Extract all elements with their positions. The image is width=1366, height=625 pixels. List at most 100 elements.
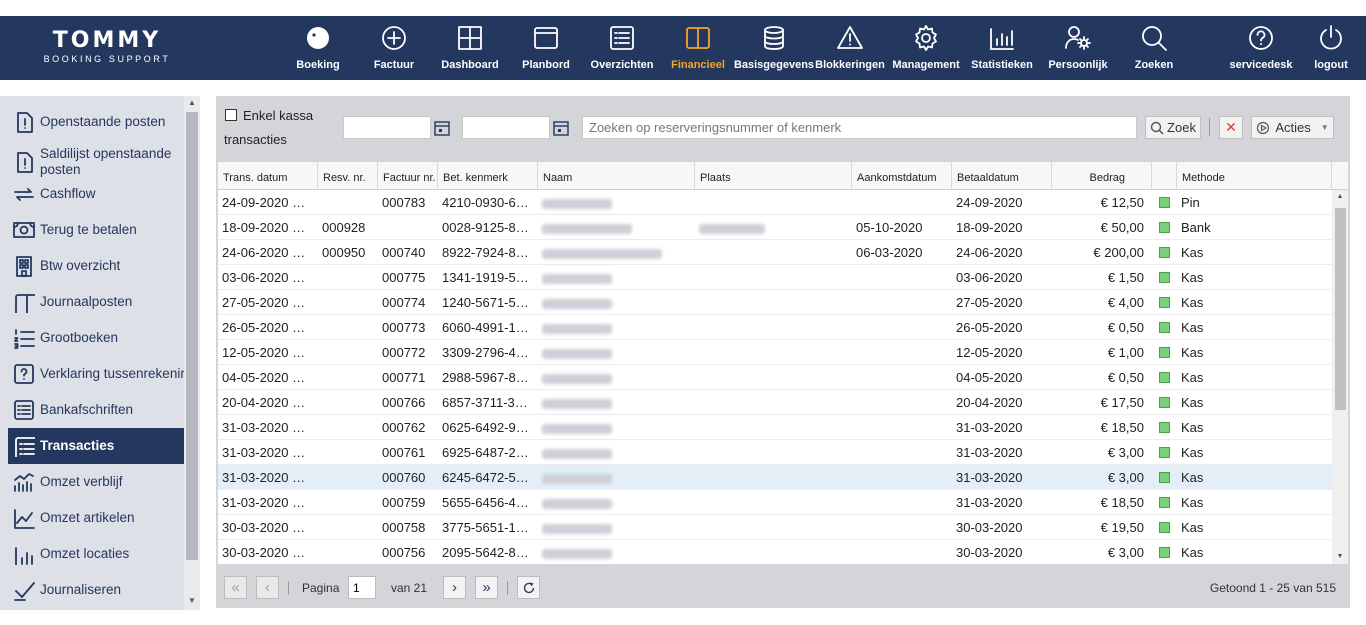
table-row[interactable]: 20-04-2020 … 000766 6857-3711-3… 20-04-2020… xyxy=(218,390,1332,415)
nav-logout[interactable]: logout xyxy=(1286,16,1366,80)
status-indicator-icon xyxy=(1159,272,1170,283)
naam-cell xyxy=(538,265,695,290)
column-header[interactable]: Betaaldatum xyxy=(952,162,1052,190)
database-icon xyxy=(764,26,784,50)
table-row[interactable]: 04-05-2020 … 000771 2988-5967-8… 04-05-2020… xyxy=(218,365,1332,390)
aankomst-cell xyxy=(852,440,952,465)
sidebar-item-verklaring-tussenrekening[interactable]: Verklaring tussenrekening xyxy=(8,356,184,392)
methode-cell: Kas xyxy=(1181,345,1204,360)
plaats-cell xyxy=(695,515,852,540)
sidebar-item-journaalposten[interactable]: Journaalposten xyxy=(8,284,184,320)
column-header[interactable]: Factuur nr. xyxy=(378,162,438,190)
table-scroll-thumb[interactable] xyxy=(1335,208,1346,410)
sidebar-item-journaliseren[interactable]: Journaliseren xyxy=(8,572,184,608)
acties-button[interactable]: Acties ▼ xyxy=(1251,116,1334,139)
last-page-button[interactable]: » xyxy=(475,576,498,599)
table-row[interactable]: 31-03-2020 … 000761 6925-6487-2… 31-03-2020… xyxy=(218,440,1332,465)
column-header[interactable]: Plaats xyxy=(695,162,852,190)
clear-button[interactable]: ✕ xyxy=(1219,116,1243,139)
table-row[interactable]: 31-03-2020 … 000759 5655-6456-4… 31-03-2020… xyxy=(218,490,1332,515)
refresh-button[interactable] xyxy=(517,576,540,599)
search-input[interactable] xyxy=(582,116,1137,139)
page-number-input[interactable] xyxy=(348,576,376,599)
table-row[interactable]: 27-05-2020 … 000774 1240-5671-5… 27-05-2020… xyxy=(218,290,1332,315)
sidebar-item-btw-overzicht[interactable]: Btw overzicht xyxy=(8,248,184,284)
sidebar-item-omzet-locaties[interactable]: Omzet locaties xyxy=(8,536,184,572)
column-header[interactable]: Methode xyxy=(1177,162,1332,190)
nav-label: Planbord xyxy=(522,59,570,71)
table-row[interactable]: 26-05-2020 … 000773 6060-4991-1… 26-05-2020… xyxy=(218,315,1332,340)
table-row[interactable]: 30-03-2020 … 000758 3775-5651-1… 30-03-2020… xyxy=(218,515,1332,540)
zoek-button[interactable]: Zoek xyxy=(1145,116,1201,139)
previous-page-button[interactable]: ‹ xyxy=(256,576,279,599)
sidebar-item-bankafschriften[interactable]: Bankafschriften xyxy=(8,392,184,428)
column-header[interactable] xyxy=(1152,162,1177,190)
plaats-cell xyxy=(695,290,852,315)
column-header[interactable]: Trans. datum xyxy=(218,162,318,190)
fact-cell: 000756 xyxy=(382,545,426,560)
betaal-cell: 12-05-2020 xyxy=(956,345,1023,360)
date-to-input[interactable] xyxy=(462,116,550,139)
trans-cell: 24-06-2020 … xyxy=(222,245,306,260)
column-header[interactable]: Aankomstdatum xyxy=(852,162,952,190)
date-from-input[interactable] xyxy=(343,116,431,139)
arrows-icon xyxy=(14,188,34,201)
sidebar-scrollbar[interactable]: ▲ ▼ xyxy=(184,96,200,610)
betaal-cell: 30-03-2020 xyxy=(956,520,1023,535)
table-row[interactable]: 31-03-2020 … 000760 6245-6472-5… 31-03-2020… xyxy=(218,465,1332,490)
table-scrollbar[interactable]: ▲ ▼ xyxy=(1332,190,1348,564)
column-header[interactable]: Bet. kenmerk xyxy=(438,162,538,190)
column-header[interactable]: Naam xyxy=(538,162,695,190)
scroll-up-icon[interactable]: ▲ xyxy=(1332,190,1348,204)
trans-cell: 26-05-2020 … xyxy=(222,320,306,335)
sidebar-item-cashflow[interactable]: Cashflow xyxy=(8,176,184,212)
methode-cell: Kas xyxy=(1181,545,1204,560)
sidebar-item-transacties[interactable]: Transacties xyxy=(8,428,184,464)
methode-cell: Kas xyxy=(1181,520,1204,535)
first-page-button[interactable]: « xyxy=(224,576,247,599)
kenmerk-cell: 3309-2796-4… xyxy=(442,345,529,360)
pagination-bar: « ‹ Pagina van 21 › » Getoond 1 - 25 van… xyxy=(216,568,1350,608)
table-row[interactable]: 12-05-2020 … 000772 3309-2796-4… 12-05-2020… xyxy=(218,340,1332,365)
scroll-up-icon[interactable]: ▲ xyxy=(184,96,200,110)
table-row[interactable]: 24-06-2020 … 000950 000740 8922-7924-8… 06-0… xyxy=(218,240,1332,265)
nav-label: Management xyxy=(892,59,960,71)
kenmerk-cell: 0028-9125-8… xyxy=(442,220,529,235)
scroll-down-icon[interactable]: ▼ xyxy=(1332,550,1348,564)
nav-zoeken[interactable]: Zoeken xyxy=(1109,16,1199,80)
table-row[interactable]: 18-09-2020 … 000928 0028-9125-8… 05-10-2020… xyxy=(218,215,1332,240)
sidebar-item-grootboeken[interactable]: Grootboeken xyxy=(8,320,184,356)
status-indicator-icon xyxy=(1159,297,1170,308)
table-row[interactable]: 30-03-2020 … 000756 2095-5642-8… 30-03-2020… xyxy=(218,540,1332,564)
redacted-text xyxy=(542,273,612,284)
brand-logo[interactable]: TOMMY BOOKING SUPPORT xyxy=(22,30,192,65)
sidebar-item-omzet-artikelen[interactable]: Omzet artikelen xyxy=(8,500,184,536)
sidebar-item-openstaande-posten[interactable]: Openstaande posten xyxy=(8,104,184,140)
sidebar-scroll-thumb[interactable] xyxy=(186,112,198,560)
calendar-icon[interactable] xyxy=(433,119,451,137)
status-indicator-icon xyxy=(1159,247,1170,258)
scroll-down-icon[interactable]: ▼ xyxy=(184,594,200,608)
next-page-button[interactable]: › xyxy=(443,576,466,599)
aankomst-cell xyxy=(852,415,952,440)
plaats-cell xyxy=(695,265,852,290)
sidebar-item-omzet-verblijf[interactable]: Omzet verblijf xyxy=(8,464,184,500)
column-header[interactable]: Resv. nr. xyxy=(318,162,378,190)
sidebar-item-terug-te-betalen[interactable]: Terug te betalen xyxy=(8,212,184,248)
column-header[interactable]: Bedrag xyxy=(1052,162,1152,190)
power-icon xyxy=(1320,25,1342,50)
table-row[interactable]: 03-06-2020 … 000775 1341-1919-5… 03-06-2020… xyxy=(218,265,1332,290)
nav-label: Overzichten xyxy=(590,59,654,71)
table-row[interactable]: 24-09-2020 … 000783 4210-0930-6… 24-09-2020… xyxy=(218,190,1332,215)
status-indicator-icon xyxy=(1159,447,1170,458)
table-row[interactable]: 31-03-2020 … 000762 0625-6492-9… 31-03-2020… xyxy=(218,415,1332,440)
bedrag-cell: € 19,50 xyxy=(1100,520,1144,535)
calendar-icon[interactable] xyxy=(552,119,570,137)
enkel-kassa-checkbox[interactable] xyxy=(225,109,237,121)
betaal-cell: 24-06-2020 xyxy=(956,245,1023,260)
record-summary: Getoond 1 - 25 van 515 xyxy=(1209,581,1336,595)
naam-cell xyxy=(538,215,695,240)
betaal-cell: 31-03-2020 xyxy=(956,470,1023,485)
kenmerk-cell: 3775-5651-1… xyxy=(442,520,529,535)
trans-cell: 27-05-2020 … xyxy=(222,295,306,310)
